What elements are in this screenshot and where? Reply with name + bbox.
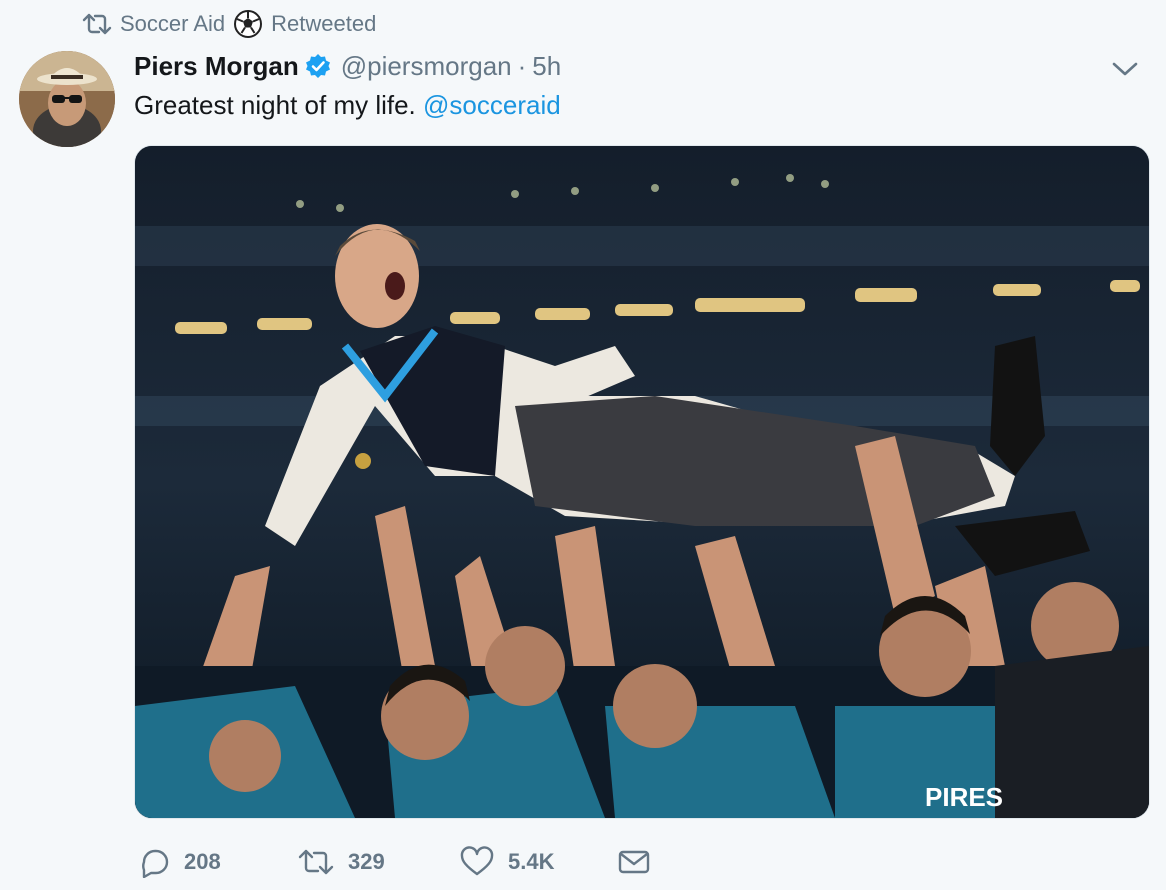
tweet-header: Piers Morgan @piersmorgan · 5h (134, 46, 1146, 86)
retweeted-by-bar: Soccer Aid Retweeted (82, 8, 376, 40)
verified-badge-icon (305, 53, 331, 79)
reply-icon (138, 846, 170, 878)
separator-dot: · (517, 50, 527, 81)
retweet-count: 329 (348, 849, 385, 874)
tweet-timestamp[interactable]: 5h (532, 51, 561, 82)
jersey-name: PIRES (925, 782, 1003, 812)
direct-message-icon (618, 848, 650, 876)
author-handle[interactable]: @piersmorgan (341, 51, 512, 82)
tweet-body: Greatest night of my life. (134, 90, 416, 120)
reply-count: 208 (184, 849, 221, 874)
retweet-icon (82, 12, 112, 36)
like-button[interactable]: 5.4K (460, 846, 618, 878)
tweet-photo[interactable]: PIRES (134, 145, 1150, 819)
mention-link[interactable]: @socceraid (423, 90, 561, 120)
direct-message-button[interactable] (618, 848, 650, 876)
retweet-icon (298, 847, 334, 877)
like-count: 5.4K (508, 849, 555, 874)
author-name[interactable]: Piers Morgan (134, 51, 299, 82)
heart-icon (460, 846, 494, 878)
retweeter-name[interactable]: Soccer Aid (120, 11, 225, 37)
retweet-status: Retweeted (271, 11, 377, 36)
tweet-actions: 208 329 5.4K (138, 842, 650, 882)
soccer-ball-icon (233, 9, 263, 39)
chevron-down-icon[interactable] (1110, 56, 1140, 82)
reply-button[interactable]: 208 (138, 846, 298, 878)
retweet-button[interactable]: 329 (298, 847, 460, 877)
tweet-text: Greatest night of my life. @socceraid (134, 88, 561, 122)
avatar[interactable] (19, 51, 115, 147)
